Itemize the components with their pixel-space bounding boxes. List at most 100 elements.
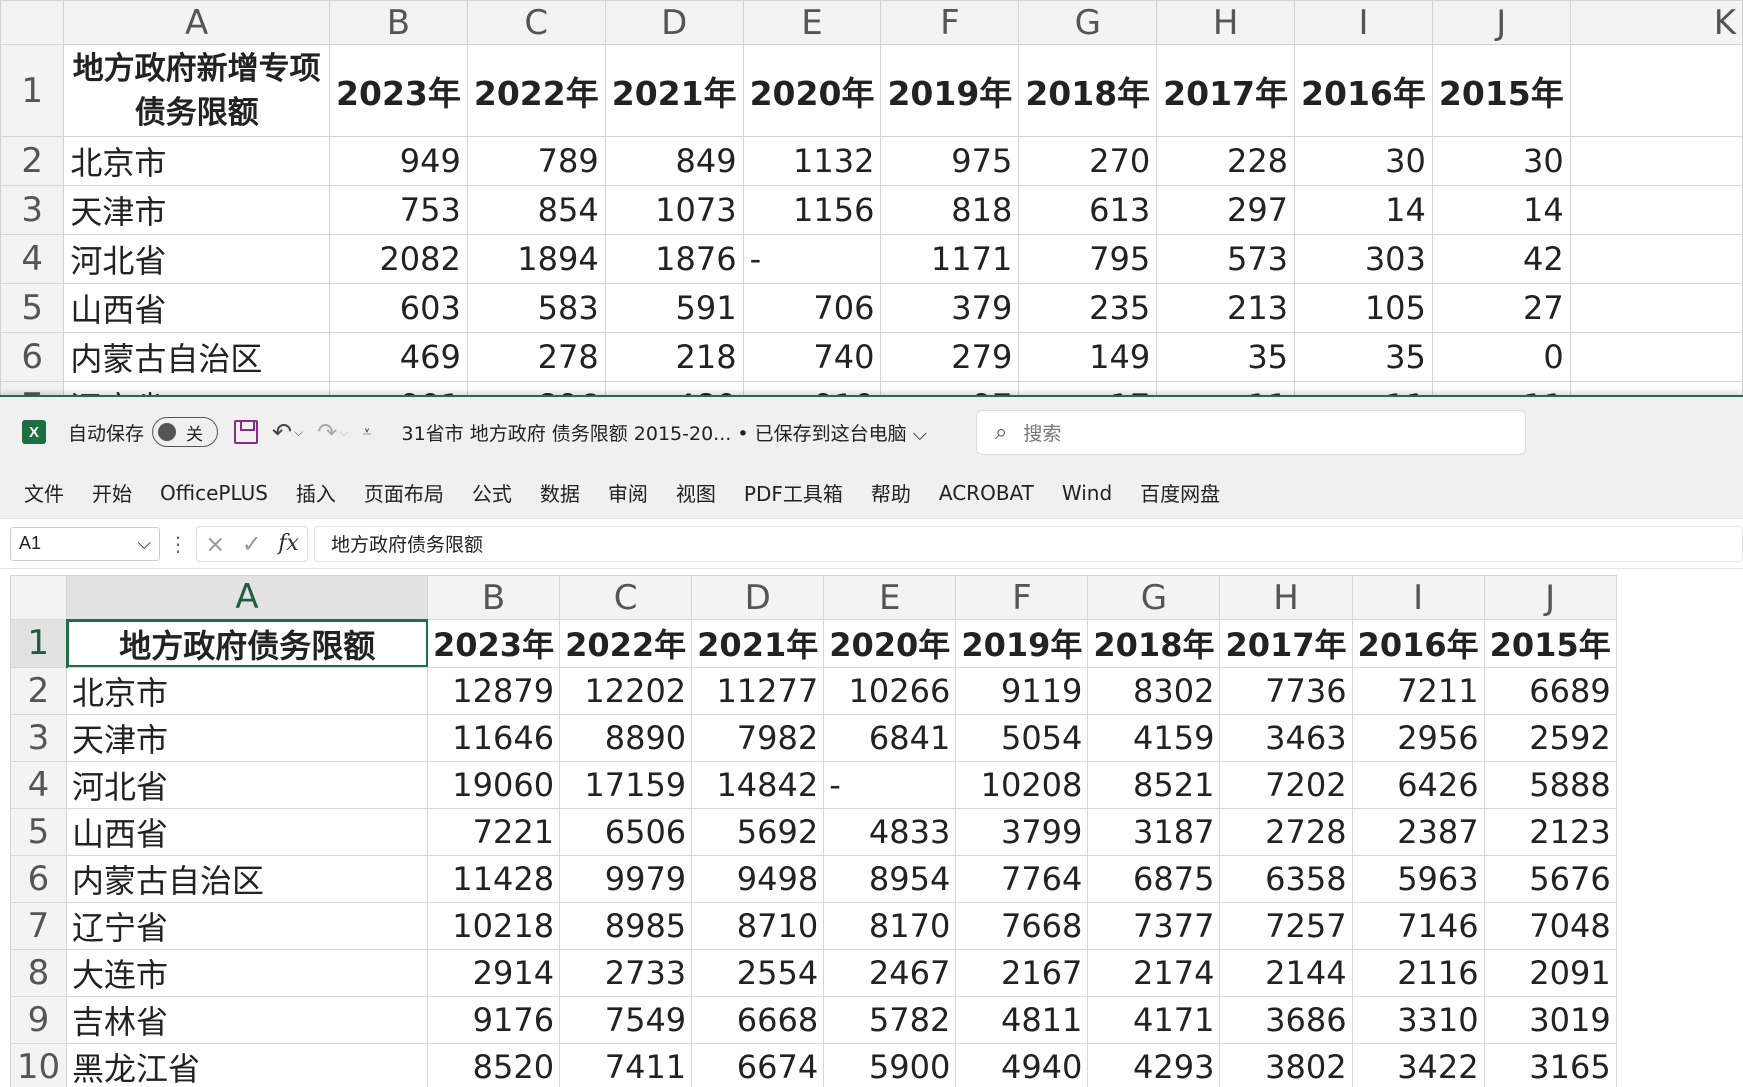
- value-cell[interactable]: 613: [1018, 185, 1158, 235]
- region-cell[interactable]: 天津市: [66, 713, 428, 762]
- empty-cell[interactable]: [1569, 381, 1743, 395]
- value-cell[interactable]: 3310: [1351, 995, 1485, 1044]
- year-header-cell[interactable]: 2021年: [604, 44, 744, 137]
- column-header[interactable]: B: [426, 575, 561, 620]
- value-cell[interactable]: 7211: [1351, 666, 1485, 715]
- column-header[interactable]: H: [1219, 575, 1353, 620]
- formula-input[interactable]: 地方政府债务限额: [314, 525, 1743, 562]
- value-cell[interactable]: 12879: [426, 666, 561, 715]
- value-cell[interactable]: 7202: [1219, 760, 1353, 809]
- value-cell[interactable]: 12202: [559, 666, 693, 715]
- region-cell[interactable]: 山西省: [63, 283, 331, 333]
- value-cell[interactable]: 2091: [1483, 948, 1617, 997]
- value-cell[interactable]: 6841: [823, 713, 957, 762]
- value-cell[interactable]: 35: [1156, 332, 1296, 382]
- value-cell[interactable]: 7048: [1483, 901, 1617, 950]
- year-header-cell[interactable]: 2020年: [823, 619, 957, 668]
- value-cell[interactable]: 3799: [955, 807, 1089, 856]
- value-cell[interactable]: 795: [1018, 234, 1158, 284]
- value-cell[interactable]: 591: [604, 283, 744, 333]
- value-cell[interactable]: 3686: [1219, 995, 1353, 1044]
- excel-logo-icon[interactable]: X: [22, 420, 46, 444]
- value-cell[interactable]: 2174: [1087, 948, 1221, 997]
- region-cell[interactable]: 北京市: [63, 136, 331, 186]
- row-header[interactable]: 1: [10, 619, 68, 668]
- column-header[interactable]: C: [466, 0, 606, 45]
- year-header-cell[interactable]: 2017年: [1219, 619, 1353, 668]
- year-header-cell[interactable]: 2016年: [1294, 44, 1433, 137]
- row-header[interactable]: 8: [10, 948, 67, 997]
- value-cell[interactable]: 6506: [559, 807, 693, 856]
- value-cell[interactable]: 7549: [559, 995, 693, 1044]
- value-cell[interactable]: 279: [880, 332, 1020, 382]
- insert-function-icon[interactable]: fx: [278, 531, 299, 556]
- region-cell[interactable]: 内蒙古自治区: [63, 332, 331, 382]
- value-cell[interactable]: 6358: [1219, 854, 1353, 903]
- value-cell[interactable]: 740: [742, 332, 882, 382]
- value-cell[interactable]: 6674: [691, 1042, 825, 1087]
- column-header[interactable]: E: [742, 0, 882, 45]
- year-header-cell[interactable]: 2023年: [426, 619, 561, 668]
- value-cell[interactable]: 2554: [691, 948, 825, 997]
- value-cell[interactable]: 2123: [1483, 807, 1617, 856]
- value-cell[interactable]: 949: [329, 136, 468, 186]
- row-header[interactable]: 4: [0, 234, 65, 284]
- value-cell[interactable]: 10208: [955, 760, 1089, 809]
- chevron-down-icon[interactable]: ⌵: [137, 533, 151, 554]
- search-input[interactable]: ⌕ 搜索: [976, 410, 1526, 455]
- value-cell[interactable]: 6668: [691, 995, 825, 1044]
- region-cell[interactable]: 辽宁省: [66, 901, 428, 950]
- value-cell[interactable]: 2116: [1351, 948, 1485, 997]
- value-cell[interactable]: 8170: [823, 901, 957, 950]
- column-header[interactable]: I: [1351, 575, 1485, 620]
- value-cell[interactable]: 2082: [329, 234, 468, 284]
- row-header[interactable]: 10: [10, 1042, 67, 1087]
- region-cell[interactable]: 辽宁省: [63, 381, 331, 395]
- value-cell[interactable]: 5963: [1351, 854, 1485, 903]
- value-cell[interactable]: 11428: [426, 854, 561, 903]
- column-header[interactable]: I: [1294, 0, 1433, 45]
- value-cell[interactable]: 706: [742, 283, 882, 333]
- value-cell[interactable]: 901: [329, 381, 468, 395]
- value-cell[interactable]: 8710: [691, 901, 825, 950]
- value-cell[interactable]: 1894: [466, 234, 606, 284]
- column-header[interactable]: J: [1483, 575, 1617, 620]
- value-cell[interactable]: 910: [742, 381, 882, 395]
- value-cell[interactable]: 11: [1431, 381, 1571, 395]
- value-cell[interactable]: 469: [329, 332, 468, 382]
- year-header-cell[interactable]: 2023年: [329, 44, 468, 137]
- empty-cell[interactable]: [1569, 44, 1743, 137]
- value-cell[interactable]: 270: [1018, 136, 1158, 186]
- select-all-corner[interactable]: [10, 575, 67, 620]
- value-cell[interactable]: 9119: [955, 666, 1089, 715]
- value-cell[interactable]: 6689: [1483, 666, 1617, 715]
- region-cell[interactable]: 大连市: [66, 948, 428, 997]
- value-cell[interactable]: -: [742, 234, 882, 284]
- value-cell[interactable]: 5900: [823, 1042, 957, 1087]
- value-cell[interactable]: 2592: [1483, 713, 1617, 762]
- value-cell[interactable]: 753: [329, 185, 468, 235]
- ribbon-tab[interactable]: 数据: [526, 478, 594, 507]
- document-title[interactable]: 31省市 地方政府 债务限额 2015-20... • 已保存到这台电脑 ⌵: [401, 419, 927, 446]
- value-cell[interactable]: 9176: [426, 995, 561, 1044]
- autosave-toggle[interactable]: 关: [152, 417, 219, 447]
- value-cell[interactable]: 5054: [955, 713, 1089, 762]
- year-header-cell[interactable]: 2018年: [1018, 44, 1158, 137]
- empty-cell[interactable]: [1569, 185, 1743, 235]
- value-cell[interactable]: 975: [880, 136, 1020, 186]
- year-header-cell[interactable]: 2022年: [466, 44, 606, 137]
- header-cell[interactable]: 地方政府新增专项 债务限额: [63, 44, 331, 137]
- value-cell[interactable]: 4833: [823, 807, 957, 856]
- region-cell[interactable]: 河北省: [63, 234, 331, 284]
- row-header[interactable]: 9: [10, 995, 67, 1044]
- row-header[interactable]: 1: [0, 44, 65, 137]
- region-cell[interactable]: 北京市: [66, 666, 428, 715]
- column-header[interactable]: F: [880, 0, 1020, 45]
- value-cell[interactable]: 7377: [1087, 901, 1221, 950]
- customize-toolbar-icon[interactable]: ⩡: [362, 422, 371, 442]
- value-cell[interactable]: 2914: [426, 948, 561, 997]
- ribbon-tab[interactable]: 百度网盘: [1126, 478, 1234, 507]
- row-header[interactable]: 4: [10, 760, 67, 809]
- value-cell[interactable]: 8985: [559, 901, 693, 950]
- row-header[interactable]: 3: [0, 185, 65, 235]
